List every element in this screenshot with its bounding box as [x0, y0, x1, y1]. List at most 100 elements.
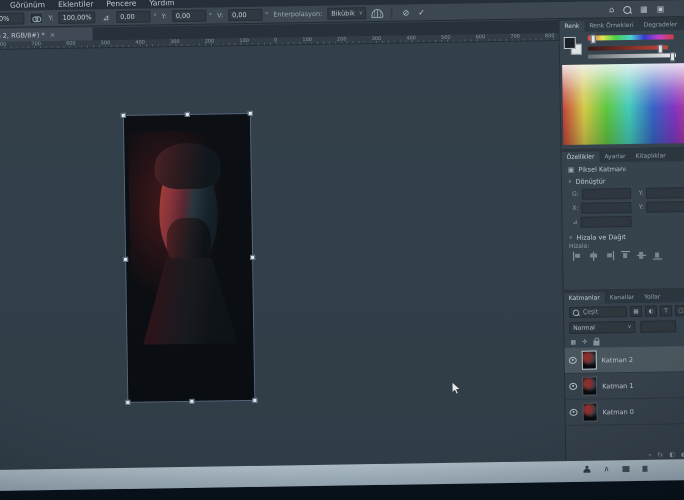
panel-layout-icon[interactable]: ▣ — [657, 4, 665, 13]
ruler-label: 800 — [545, 33, 555, 39]
menu-item-help[interactable]: Yardım — [149, 0, 174, 7]
commit-transform-button[interactable]: ✓ — [416, 8, 427, 17]
skew-v-field[interactable]: 0,00 — [228, 9, 262, 22]
red-slider[interactable] — [588, 45, 668, 50]
tab-paths[interactable]: Yollar — [639, 291, 665, 302]
width-field[interactable] — [582, 188, 631, 200]
tray-icon[interactable] — [642, 465, 647, 471]
color-panel-tabs: Renk Renk Örnekleri Degradeler Desenler — [559, 17, 684, 32]
scale-height-field[interactable]: 100,00% — [59, 11, 96, 24]
tab-gradients[interactable]: Degradeler — [639, 19, 683, 31]
transform-handle-bottom-center[interactable] — [189, 399, 194, 404]
close-tab-icon[interactable]: × — [50, 31, 56, 39]
foreground-background-swatches[interactable] — [564, 37, 582, 55]
hue-slider[interactable] — [588, 34, 674, 40]
chevron-down-icon[interactable]: ∨ — [569, 235, 573, 241]
tab-color[interactable]: Renk — [559, 21, 584, 32]
interpolation-dropdown[interactable]: Bikübik ∨ — [327, 7, 367, 20]
filter-adjustment-icon[interactable]: ◐ — [645, 306, 657, 317]
blend-mode-dropdown[interactable]: Normal ∨ — [569, 321, 635, 334]
align-middle-v-icon[interactable] — [637, 251, 646, 260]
foreground-color-swatch[interactable] — [564, 37, 576, 49]
scale-width-field[interactable]: 100,00% — [0, 12, 24, 25]
angle-field[interactable] — [581, 216, 632, 228]
y-field[interactable] — [647, 201, 684, 213]
maintain-aspect-ratio-icon[interactable] — [29, 12, 43, 24]
rotation-field[interactable]: 0,00 — [116, 11, 150, 24]
layer-thumbnail[interactable] — [582, 403, 597, 422]
tab-libraries[interactable]: Kitaplıklar — [631, 150, 671, 162]
align-center-h-icon[interactable] — [589, 252, 598, 261]
menu-item-plugins[interactable]: Eklentiler — [58, 0, 93, 8]
cancel-transform-button[interactable]: ⊘ — [400, 8, 411, 17]
filter-type-icon[interactable]: T — [660, 305, 672, 316]
layer-thumbnail[interactable] — [582, 351, 597, 370]
tab-properties[interactable]: Özellikler — [561, 151, 599, 163]
transform-handle-top-right[interactable] — [248, 111, 253, 116]
search-icon[interactable] — [623, 5, 631, 13]
layer-name: Katman 1 — [602, 381, 633, 389]
transform-handle-top-center[interactable] — [185, 112, 190, 117]
visibility-eye-icon[interactable] — [570, 409, 578, 416]
ruler-label: 500 — [441, 35, 451, 41]
tab-swatches[interactable]: Renk Örnekleri — [584, 20, 638, 32]
x-label: X: — [572, 205, 578, 212]
tab-channels[interactable]: Kanallar — [605, 292, 640, 304]
lightness-slider[interactable] — [588, 53, 676, 58]
lock-all-icon[interactable] — [594, 340, 600, 345]
color-spectrum-field[interactable] — [562, 63, 684, 145]
align-bottom-icon[interactable] — [653, 251, 662, 260]
transform-handle-middle-left[interactable] — [123, 257, 128, 262]
visibility-eye-icon[interactable] — [569, 383, 577, 390]
link-layers-icon[interactable]: ⌁ — [648, 452, 652, 459]
layer-row-katman-1[interactable]: Katman 1 — [565, 372, 684, 400]
transform-section-title: Dönüştür — [576, 177, 606, 185]
lock-transparent-icon[interactable]: ▦ — [570, 338, 576, 345]
workspace-grid-icon[interactable]: ▦ — [640, 5, 648, 14]
lightness-slider-handle[interactable] — [670, 52, 675, 61]
filter-pixel-icon[interactable]: ▦ — [630, 306, 642, 317]
transform-handle-middle-right[interactable] — [250, 255, 255, 260]
align-right-icon[interactable] — [605, 251, 614, 260]
transform-handle-bottom-right[interactable] — [252, 398, 257, 403]
tab-adjustments[interactable]: Ayarlar — [599, 151, 630, 162]
options-right-icons: ⌂ ▦ ▣ — [609, 1, 664, 17]
menu-item-view[interactable]: Görünüm — [10, 0, 45, 9]
height-field[interactable] — [646, 187, 684, 199]
layer-effects-icon[interactable]: fx — [658, 452, 664, 459]
visibility-eye-icon[interactable] — [569, 357, 577, 364]
layer-thumbnail[interactable] — [582, 377, 597, 396]
align-top-icon[interactable] — [621, 251, 630, 260]
skew-v-unit: ° — [265, 11, 268, 19]
align-left-icon[interactable] — [573, 252, 582, 261]
scale-height-label: Y: — [48, 14, 53, 22]
chevron-down-icon[interactable]: ∨ — [568, 179, 572, 185]
filter-shape-icon[interactable]: ▢ — [675, 305, 684, 316]
panel-dock: Renk Renk Örnekleri Degradeler Desenler … — [558, 17, 684, 461]
transform-handle-top-left[interactable] — [121, 113, 126, 118]
warp-mode-icon[interactable] — [371, 8, 383, 17]
hue-slider-handle[interactable] — [591, 34, 596, 43]
lock-position-icon[interactable]: ✛ — [582, 338, 588, 346]
opacity-field[interactable] — [640, 320, 676, 333]
transform-bounding-box[interactable] — [123, 113, 256, 403]
tab-layers[interactable]: Katmanlar — [564, 292, 605, 304]
align-label: Hizala: — [569, 243, 589, 250]
red-slider-handle[interactable] — [658, 44, 663, 53]
person-icon[interactable] — [583, 465, 591, 473]
canvas-area[interactable] — [0, 41, 565, 470]
chevron-up-icon[interactable]: ∧ — [604, 464, 610, 473]
menu-item-window[interactable]: Pencere — [106, 0, 136, 8]
home-icon[interactable]: ⌂ — [609, 5, 614, 14]
tray-icon[interactable] — [622, 466, 629, 472]
x-field[interactable] — [581, 202, 631, 214]
layer-filter-search[interactable]: Çeşit — [569, 306, 627, 318]
color-panel: Renk Renk Örnekleri Degradeler Desenler … — [559, 17, 684, 150]
height-label: Y: — [639, 190, 644, 197]
layer-mask-icon[interactable]: ◧ — [669, 451, 675, 458]
layer-row-katman-2[interactable]: Katman 2 — [565, 346, 684, 374]
transform-handle-bottom-left[interactable] — [125, 400, 130, 405]
layer-name: Katman 2 — [602, 355, 633, 363]
skew-h-field[interactable]: 0,00 — [172, 10, 206, 23]
layer-row-katman-0[interactable]: Katman 0 — [565, 398, 684, 426]
